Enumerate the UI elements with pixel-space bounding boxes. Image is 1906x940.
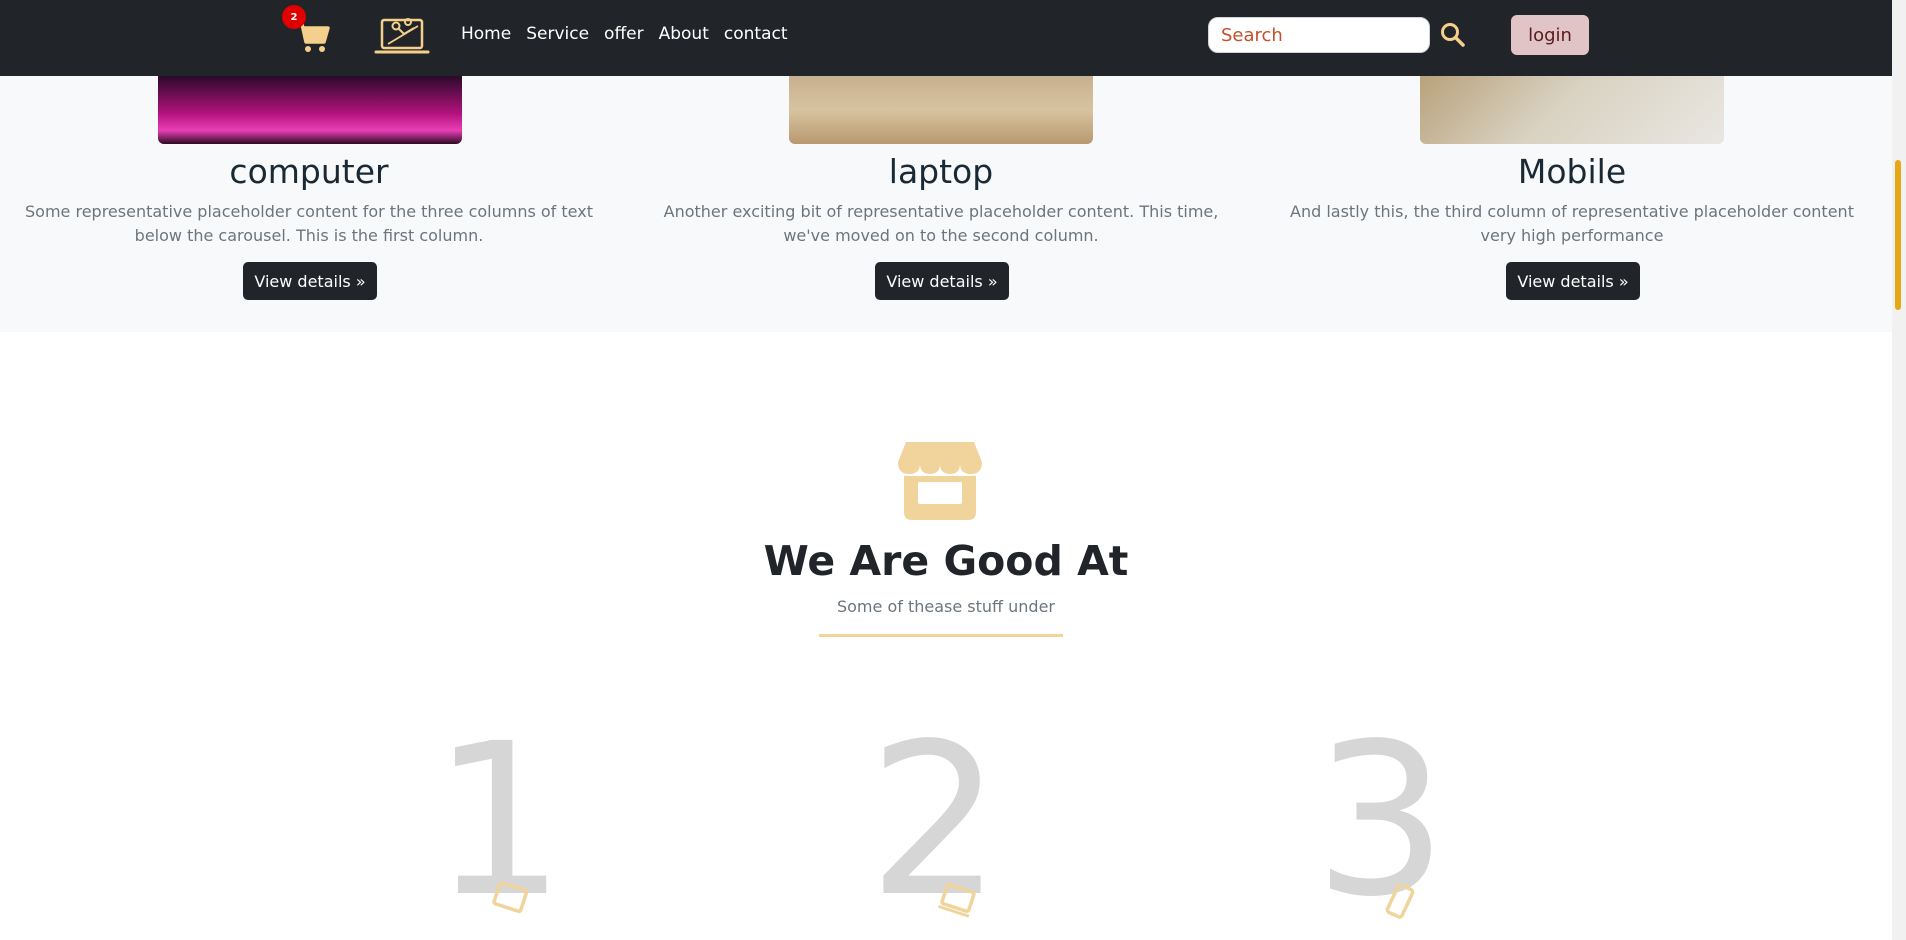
card-text-computer: Some representative placeholder content … — [25, 202, 593, 245]
nav-link-home[interactable]: Home — [461, 24, 511, 44]
nav-link-offer[interactable]: offer — [604, 24, 644, 44]
login-button[interactable]: login — [1511, 15, 1589, 55]
card-text-laptop: Another exciting bit of representative p… — [663, 202, 1219, 245]
computer-image — [158, 76, 462, 144]
nav-links: Home Service offer About contact — [461, 24, 803, 44]
page: 2 Home Service offer About contact login — [0, 0, 1906, 940]
scrollbar-thumb[interactable] — [1895, 160, 1901, 310]
device-icon — [492, 882, 529, 914]
store-icon — [898, 442, 982, 520]
page-scrollbar[interactable] — [1892, 0, 1906, 940]
device-icon — [938, 882, 976, 918]
navbar: 2 Home Service offer About contact login — [0, 0, 1892, 76]
search-icon[interactable] — [1440, 22, 1466, 48]
feature-cards-section: computer Some representative placeholder… — [0, 76, 1892, 332]
section-divider — [819, 634, 1063, 637]
good-at-title: We Are Good At — [763, 537, 1129, 585]
card-title-mobile: Mobile — [1517, 152, 1627, 191]
mobile-image — [1420, 76, 1724, 144]
nav-link-service[interactable]: Service — [526, 24, 589, 44]
nav-link-about[interactable]: About — [659, 24, 709, 44]
cart-count-badge: 2 — [282, 5, 306, 29]
nav-link-contact[interactable]: contact — [724, 24, 788, 44]
device-icon — [1385, 884, 1415, 919]
good-at-subtitle: Some of thease stuff under — [836, 597, 1055, 616]
view-details-button-computer[interactable]: View details » — [243, 262, 377, 300]
view-details-button-mobile[interactable]: View details » — [1506, 262, 1640, 300]
step-number-2: 2 — [868, 698, 1002, 940]
card-text-mobile: And lastly this, the third column of rep… — [1290, 202, 1854, 245]
laptop-image — [789, 76, 1093, 144]
card-title-computer: computer — [229, 152, 389, 191]
laptop-logo-icon[interactable] — [374, 14, 430, 58]
card-title-laptop: laptop — [888, 152, 994, 191]
view-details-button-laptop[interactable]: View details » — [875, 262, 1009, 300]
search-input[interactable] — [1208, 17, 1430, 53]
